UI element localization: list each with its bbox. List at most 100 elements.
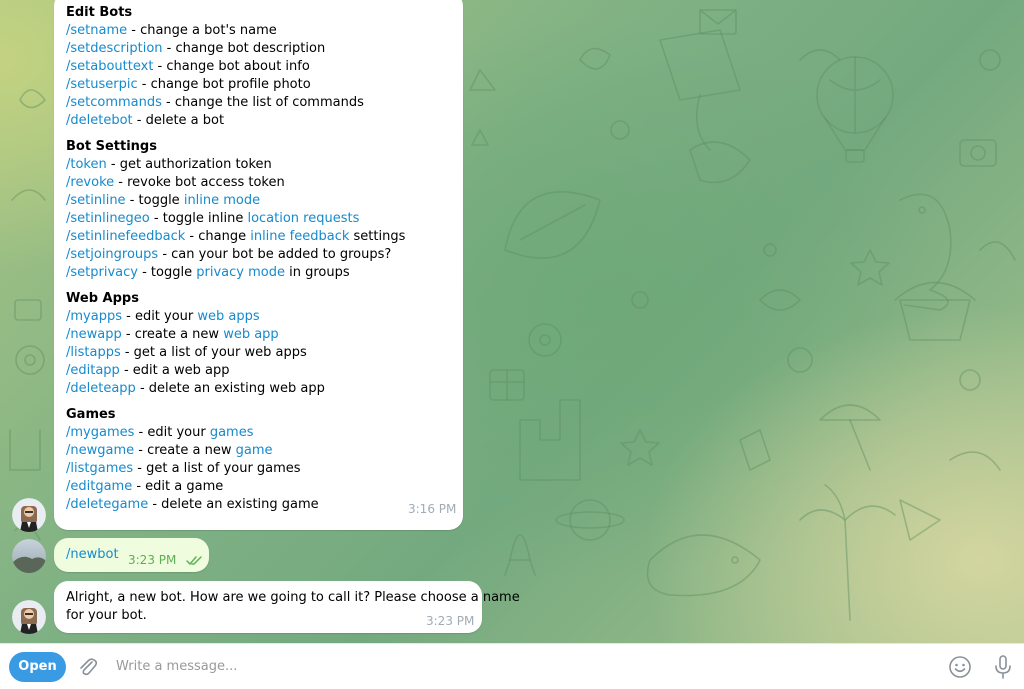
- command-line: /deletebot - delete a bot: [66, 112, 405, 130]
- command-line: /setabouttext - change bot about info: [66, 58, 405, 76]
- command-description: - edit a game: [132, 479, 224, 494]
- open-web-app-button[interactable]: Open: [9, 652, 66, 682]
- help-link[interactable]: location requests: [247, 211, 359, 226]
- command-line: /listapps - get a list of your web apps: [66, 344, 405, 362]
- command-description: - delete an existing game: [148, 497, 319, 512]
- command-line: /setprivacy - toggle privacy mode in gro…: [66, 264, 405, 282]
- help-link[interactable]: privacy mode: [196, 265, 285, 280]
- bot-help-content: Edit Bots/setname - change a bot's name /…: [66, 4, 405, 514]
- command-link[interactable]: /setinlinefeedback: [66, 229, 185, 244]
- command-description: - create a new: [134, 443, 236, 458]
- command-description: - toggle inline: [149, 211, 248, 226]
- help-link[interactable]: web apps: [197, 309, 259, 324]
- command-line: /setuserpic - change bot profile photo: [66, 76, 405, 94]
- command-link[interactable]: /listgames: [66, 461, 133, 476]
- help-link[interactable]: games: [210, 425, 254, 440]
- command-line: /newapp - create a new web app: [66, 326, 405, 344]
- command-line: /deletegame - delete an existing game: [66, 496, 405, 514]
- command-line: /deleteapp - delete an existing web app: [66, 380, 405, 398]
- command-description: - can your bot be added to groups?: [158, 247, 392, 262]
- command-line: /setcommands - change the list of comman…: [66, 94, 405, 112]
- command-link[interactable]: /listapps: [66, 345, 121, 360]
- bot-avatar[interactable]: [12, 600, 46, 634]
- section-title: Edit Bots: [66, 5, 133, 20]
- command-description: - change bot description: [162, 41, 326, 56]
- command-description: - toggle: [137, 265, 197, 280]
- section-title: Web Apps: [66, 291, 139, 306]
- help-link[interactable]: inline feedback: [250, 229, 349, 244]
- bot-avatar[interactable]: [12, 498, 46, 532]
- command-description-suffix: settings: [349, 229, 406, 244]
- command-link[interactable]: /setname: [66, 23, 127, 38]
- command-description: - change: [185, 229, 251, 244]
- command-description-suffix: in groups: [284, 265, 350, 280]
- command-description: - delete an existing web app: [135, 381, 325, 396]
- help-link[interactable]: inline mode: [184, 193, 260, 208]
- command-link[interactable]: /setuserpic: [66, 77, 138, 92]
- command-line: /editapp - edit a web app: [66, 362, 405, 380]
- user-message: /newbot 3:23 PM: [54, 538, 209, 572]
- command-line: /listgames - get a list of your games: [66, 460, 405, 478]
- command-line: /myapps - edit your web apps: [66, 308, 405, 326]
- microphone-icon[interactable]: [994, 655, 1012, 679]
- command-line: /setjoingroups - can your bot be added t…: [66, 246, 405, 264]
- command-description: - change bot about info: [153, 59, 310, 74]
- command-link[interactable]: /setjoingroups: [66, 247, 158, 262]
- command-line: /revoke - revoke bot access token: [66, 174, 405, 192]
- section-title: Bot Settings: [66, 139, 157, 154]
- command-description: - change bot profile photo: [137, 77, 311, 92]
- command-link[interactable]: /setcommands: [66, 95, 162, 110]
- command-link[interactable]: /setabouttext: [66, 59, 153, 74]
- message-input[interactable]: [112, 655, 920, 677]
- message-time: 3:23 PM: [426, 614, 475, 628]
- command-link[interactable]: /newgame: [66, 443, 134, 458]
- command-description: - get a list of your games: [133, 461, 301, 476]
- command-link[interactable]: /setinlinegeo: [66, 211, 150, 226]
- command-description: - edit your: [121, 309, 198, 324]
- command-link[interactable]: /deleteapp: [66, 381, 136, 396]
- command-link[interactable]: /editgame: [66, 479, 132, 494]
- command-line: /setname - change a bot's name: [66, 22, 405, 40]
- command-description: - change the list of commands: [161, 95, 364, 110]
- command-line: /newgame - create a new game: [66, 442, 405, 460]
- command-description: - toggle: [125, 193, 184, 208]
- command-description: - edit your: [134, 425, 210, 440]
- bot-help-message: Edit Bots/setname - change a bot's name /…: [54, 0, 463, 530]
- command-link[interactable]: /myapps: [66, 309, 122, 324]
- bot-reply-text-line-2: for your bot.: [66, 608, 147, 623]
- command-description: - delete a bot: [132, 113, 225, 128]
- command-description: - get authorization token: [106, 157, 272, 172]
- message-composer: Open: [0, 643, 1024, 689]
- command-link[interactable]: /editapp: [66, 363, 120, 378]
- command-line: /editgame - edit a game: [66, 478, 405, 496]
- command-link[interactable]: /mygames: [66, 425, 134, 440]
- command-description: - change a bot's name: [127, 23, 277, 38]
- command-line: /setdescription - change bot description: [66, 40, 405, 58]
- section-title: Games: [66, 407, 116, 422]
- command-link[interactable]: /setdescription: [66, 41, 163, 56]
- command-description: - create a new: [121, 327, 224, 342]
- bot-reply-text-line-1: Alright, a new bot. How are we going to …: [66, 590, 520, 605]
- emoji-icon[interactable]: [948, 655, 972, 679]
- command-line: /mygames - edit your games: [66, 424, 405, 442]
- command-link[interactable]: /deletegame: [66, 497, 148, 512]
- user-avatar-image: [12, 539, 46, 573]
- command-description: - revoke bot access token: [114, 175, 285, 190]
- message-time: 3:16 PM: [408, 502, 457, 516]
- help-link[interactable]: web app: [223, 327, 279, 342]
- command-description: - get a list of your web apps: [120, 345, 307, 360]
- read-checkmarks-icon: [186, 556, 202, 566]
- attach-icon[interactable]: [77, 656, 99, 678]
- command-link[interactable]: /newapp: [66, 327, 122, 342]
- command-link[interactable]: /setinline: [66, 193, 126, 208]
- user-avatar[interactable]: [12, 539, 46, 573]
- command-line: /token - get authorization token: [66, 156, 405, 174]
- command-link[interactable]: /setprivacy: [66, 265, 138, 280]
- command-line: /setinline - toggle inline mode: [66, 192, 405, 210]
- help-link[interactable]: game: [236, 443, 273, 458]
- command-link[interactable]: /revoke: [66, 175, 114, 190]
- command-link[interactable]: /token: [66, 157, 107, 172]
- user-message-command[interactable]: /newbot: [66, 547, 119, 562]
- command-link[interactable]: /deletebot: [66, 113, 133, 128]
- command-line: /setinlinefeedback - change inline feedb…: [66, 228, 405, 246]
